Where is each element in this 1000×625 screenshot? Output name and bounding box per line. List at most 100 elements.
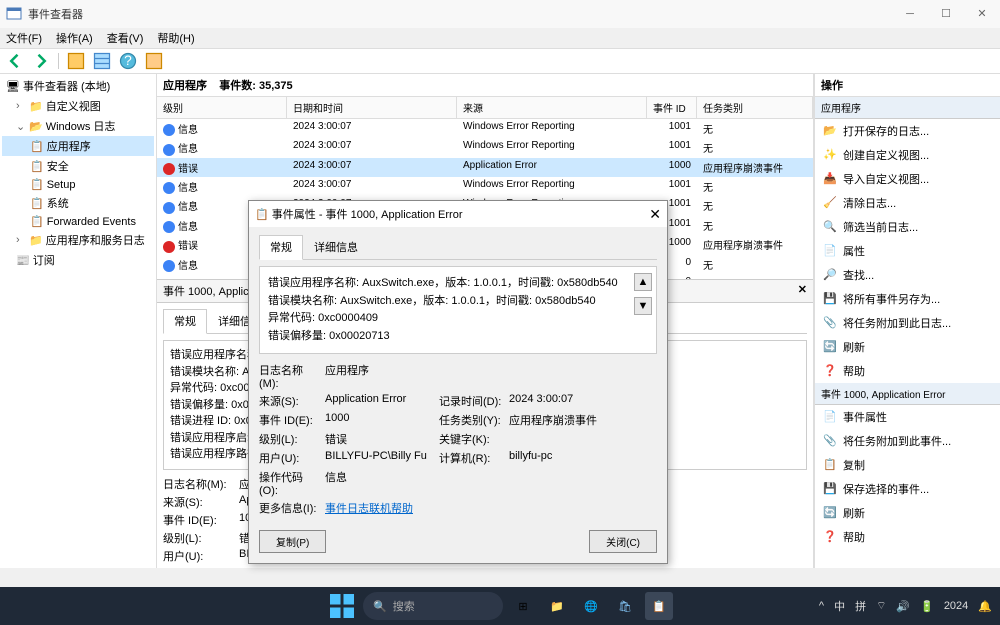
tree-subscriptions[interactable]: 📰订阅: [2, 250, 154, 270]
maximize-button[interactable]: ☐: [928, 0, 964, 28]
col-datetime[interactable]: 日期和时间: [287, 97, 457, 118]
action-item[interactable]: 📂打开保存的日志...: [815, 119, 1000, 143]
action-item[interactable]: ❓帮助: [815, 525, 1000, 549]
action-item[interactable]: 🔍筛选当前日志...: [815, 215, 1000, 239]
window-title: 事件查看器: [28, 6, 892, 22]
tree-system[interactable]: 📋系统: [2, 193, 154, 213]
tb-help-icon[interactable]: ?: [117, 51, 139, 71]
action-item[interactable]: 📥导入自定义视图...: [815, 167, 1000, 191]
action-icon: 📂: [823, 124, 837, 138]
tb-filter-icon[interactable]: [143, 51, 165, 71]
action-item[interactable]: 🧹清除日志...: [815, 191, 1000, 215]
copy-button[interactable]: 复制(P): [259, 530, 326, 553]
detail-close-button[interactable]: ✕: [798, 283, 807, 299]
dialog-close-ok-button[interactable]: 关闭(C): [589, 530, 657, 553]
scroll-up-button[interactable]: ▲: [634, 273, 652, 291]
action-icon: ✨: [823, 148, 837, 162]
system-tray[interactable]: ^ 中 拼 ⌔ 🔊 🔋 2024 🔔: [819, 598, 992, 614]
dialog-more-info-link[interactable]: 事件日志联机帮助: [325, 500, 435, 516]
event-row[interactable]: 信息 2024 3:00:07 Windows Error Reporting …: [157, 119, 813, 138]
search-icon: 🔍: [373, 600, 387, 613]
dialog-titlebar[interactable]: 📋 事件属性 - 事件 1000, Application Error ✕: [249, 201, 667, 227]
action-icon: 📋: [823, 458, 837, 472]
tray-chevron-icon[interactable]: ^: [819, 600, 824, 612]
start-button[interactable]: [327, 591, 357, 621]
action-item[interactable]: 📎将任务附加到此日志...: [815, 311, 1000, 335]
scroll-down-button[interactable]: ▼: [634, 297, 652, 315]
action-icon: 🧹: [823, 196, 837, 210]
battery-icon[interactable]: 🔋: [920, 600, 934, 613]
action-item[interactable]: 🔄刷新: [815, 335, 1000, 359]
log-icon: 📋: [30, 197, 44, 210]
tree-setup[interactable]: 📋Setup: [2, 176, 154, 193]
event-row[interactable]: 错误 2024 3:00:07 Application Error 1000 应…: [157, 158, 813, 177]
app-icon: [6, 6, 22, 22]
taskbar-taskview[interactable]: ⊞: [509, 592, 537, 620]
action-item[interactable]: 📎将任务附加到此事件...: [815, 429, 1000, 453]
taskbar-store[interactable]: 🛍: [611, 592, 639, 620]
action-icon: ❓: [823, 530, 837, 544]
action-icon: 🔎: [823, 268, 837, 282]
notifications-icon[interactable]: 🔔: [978, 600, 992, 613]
column-headers[interactable]: 级别 日期和时间 来源 事件 ID 任务类别: [157, 97, 813, 119]
dialog-close-button[interactable]: ✕: [649, 206, 661, 223]
tree-custom-views[interactable]: ›📁自定义视图: [2, 96, 154, 116]
tree-forwarded[interactable]: 📋Forwarded Events: [2, 213, 154, 230]
taskbar[interactable]: 🔍搜索 ⊞ 📁 🌐 🛍 📋 ^ 中 拼 ⌔ 🔊 🔋 2024 🔔: [0, 587, 1000, 625]
action-item[interactable]: 🔄刷新: [815, 501, 1000, 525]
action-icon: 📄: [823, 410, 837, 424]
event-properties-dialog: 📋 事件属性 - 事件 1000, Application Error ✕ 常规…: [248, 200, 668, 564]
taskbar-edge[interactable]: 🌐: [577, 592, 605, 620]
wifi-icon[interactable]: ⌔: [876, 599, 886, 613]
dialog-tab-details[interactable]: 详细信息: [303, 235, 369, 259]
dialog-description: 错误应用程序名称: AuxSwitch.exe，版本: 1.0.0.1，时间戳:…: [259, 266, 657, 354]
action-icon: ❓: [823, 364, 837, 378]
col-eventid[interactable]: 事件 ID: [647, 97, 697, 118]
col-taskcategory[interactable]: 任务类别: [697, 97, 813, 118]
event-row[interactable]: 信息 2024 3:00:07 Windows Error Reporting …: [157, 138, 813, 157]
dialog-tab-general[interactable]: 常规: [259, 235, 303, 260]
folder-icon: 📁: [29, 234, 43, 247]
col-source[interactable]: 来源: [457, 97, 647, 118]
action-item[interactable]: 🔎查找...: [815, 263, 1000, 287]
toolbar-separator: [58, 53, 59, 69]
tree-security[interactable]: 📋安全: [2, 156, 154, 176]
action-icon: 🔄: [823, 340, 837, 354]
forward-button[interactable]: [30, 51, 52, 71]
action-item[interactable]: 📋复制: [815, 453, 1000, 477]
clock[interactable]: 2024: [944, 600, 968, 612]
tb-list-icon[interactable]: [91, 51, 113, 71]
action-item[interactable]: 📄事件属性: [815, 405, 1000, 429]
navigation-tree[interactable]: 🖥事件查看器 (本地) ›📁自定义视图 ⌄📂Windows 日志 📋应用程序 📋…: [0, 74, 157, 568]
tree-application[interactable]: 📋应用程序: [2, 136, 154, 156]
taskbar-search[interactable]: 🔍搜索: [363, 592, 503, 620]
tree-app-services-logs[interactable]: ›📁应用程序和服务日志: [2, 230, 154, 250]
volume-icon[interactable]: 🔊: [896, 600, 910, 613]
tb-properties-icon[interactable]: [65, 51, 87, 71]
taskbar-app[interactable]: 📋: [645, 592, 673, 620]
action-item[interactable]: 💾将所有事件另存为...: [815, 287, 1000, 311]
menu-file[interactable]: 文件(F): [6, 30, 42, 46]
subscription-icon: 📰: [16, 254, 30, 267]
menu-action[interactable]: 操作(A): [56, 30, 93, 46]
action-item[interactable]: 📄属性: [815, 239, 1000, 263]
ime-mode[interactable]: 拼: [855, 598, 866, 614]
tree-root[interactable]: 🖥事件查看器 (本地): [2, 76, 154, 96]
minimize-button[interactable]: ─: [892, 0, 928, 28]
action-icon: 🔄: [823, 506, 837, 520]
menu-view[interactable]: 查看(V): [107, 30, 144, 46]
action-item[interactable]: 💾保存选择的事件...: [815, 477, 1000, 501]
menu-help[interactable]: 帮助(H): [157, 30, 194, 46]
close-button[interactable]: ✕: [964, 0, 1000, 28]
tree-windows-logs[interactable]: ⌄📂Windows 日志: [2, 116, 154, 136]
back-button[interactable]: [4, 51, 26, 71]
col-level[interactable]: 级别: [157, 97, 287, 118]
log-icon: 📋: [30, 215, 44, 228]
tab-general[interactable]: 常规: [163, 309, 207, 334]
action-item[interactable]: ✨创建自定义视图...: [815, 143, 1000, 167]
action-icon: 📎: [823, 434, 837, 448]
event-row[interactable]: 信息 2024 3:00:07 Windows Error Reporting …: [157, 177, 813, 196]
ime-indicator[interactable]: 中: [834, 598, 845, 614]
taskbar-explorer[interactable]: 📁: [543, 592, 571, 620]
action-item[interactable]: ❓帮助: [815, 359, 1000, 383]
